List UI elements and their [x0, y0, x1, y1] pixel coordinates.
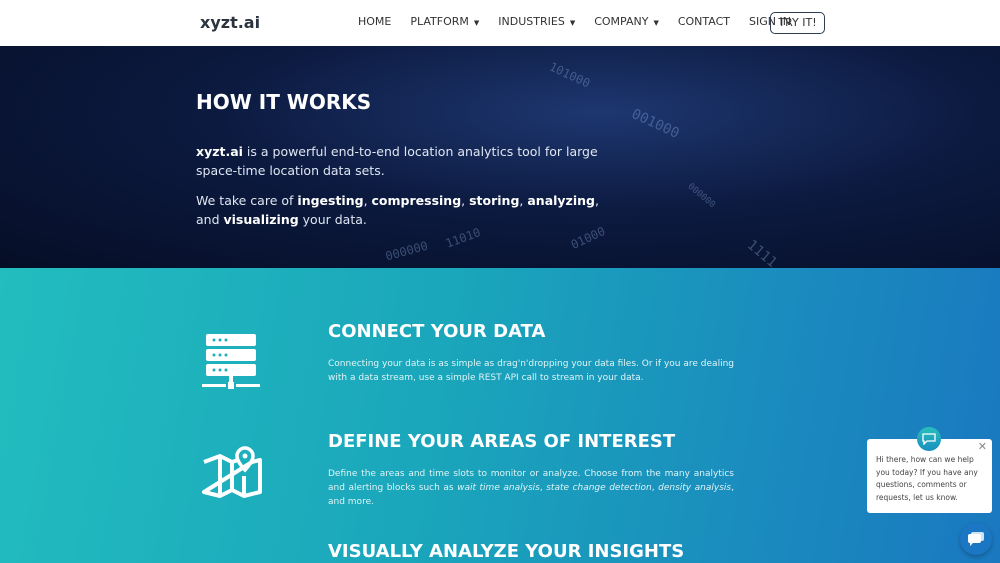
main-menu: HOME PLATFORM ▼ INDUSTRIES ▼ COMPANY ▼ CONT… — [358, 15, 810, 28]
hero-section: 101000 001000 000000 01000 11010 000000 … — [0, 46, 1000, 268]
step-title: DEFINE YOUR AREAS OF INTEREST — [328, 431, 676, 452]
server-icon — [202, 334, 260, 389]
chat-bubble-icon — [922, 433, 936, 445]
how-it-works-steps: CONNECT YOUR DATA Connecting your data i… — [0, 268, 1000, 563]
decorative-binary: 101000 — [547, 59, 593, 91]
hero-intro: xyzt.ai is a powerful end-to-end locatio… — [196, 144, 598, 178]
decorative-binary: 000000 — [685, 181, 717, 211]
step-title: VISUALLY ANALYZE YOUR INSIGHTS — [328, 541, 685, 562]
logo[interactable]: xyzt.ai — [200, 13, 260, 32]
step-description: Connecting your data is as simple as dra… — [328, 359, 734, 383]
step-description: Define the areas and time slots to monit… — [328, 469, 734, 507]
nav-industries[interactable]: INDUSTRIES ▼ — [498, 15, 575, 28]
chat-agent-avatar — [917, 427, 941, 451]
caret-down-icon: ▼ — [653, 19, 659, 27]
map-pin-icon — [202, 446, 262, 498]
nav-platform[interactable]: PLATFORM ▼ — [410, 15, 479, 28]
page-title: HOW IT WORKS — [196, 90, 372, 114]
top-nav: xyzt.ai HOME PLATFORM ▼ INDUSTRIES ▼ COMPA… — [0, 0, 1000, 46]
caret-down-icon: ▼ — [569, 19, 576, 27]
try-it-button[interactable]: TRY IT! — [770, 12, 825, 34]
nav-company[interactable]: COMPANY ▼ — [594, 15, 659, 28]
decorative-binary: 1111 — [743, 237, 780, 268]
close-icon[interactable]: ✕ — [978, 440, 987, 454]
nav-home[interactable]: HOME — [358, 15, 391, 28]
step-title: CONNECT YOUR DATA — [328, 321, 546, 342]
chat-launcher-button[interactable] — [960, 523, 992, 555]
caret-down-icon: ▼ — [473, 19, 480, 27]
decorative-binary: 11010 — [443, 225, 483, 251]
nav-contact[interactable]: CONTACT — [678, 15, 730, 28]
chat-icon — [968, 531, 984, 546]
hero-detail: We take care of ingesting, compressing, … — [196, 193, 599, 227]
decorative-binary: 000000 — [383, 238, 430, 264]
decorative-binary: 001000 — [628, 106, 682, 142]
chat-message: Hi there, how can we help you today? If … — [876, 455, 978, 502]
